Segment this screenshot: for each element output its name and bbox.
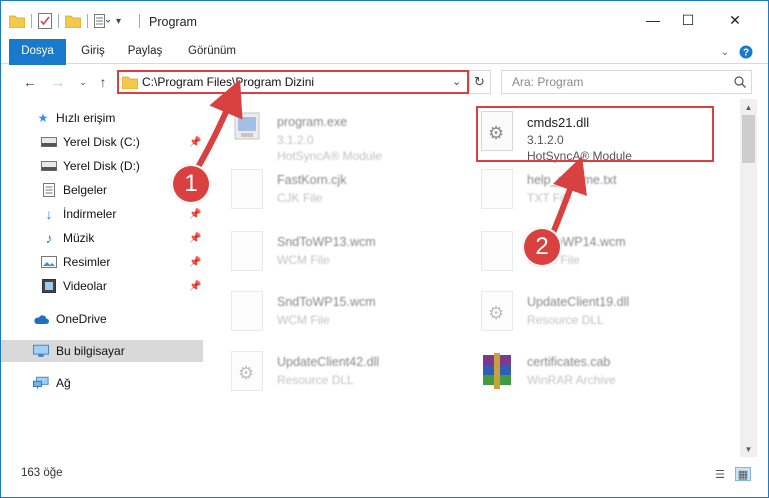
- explorer-window: ▾ Program — ☐ ✕ Dosya Giriş Paylaş Görün…: [0, 0, 769, 498]
- callout-badge-1: 1: [171, 164, 211, 204]
- callout-arrows: [194, 79, 587, 236]
- callout-arrow-2: [550, 156, 587, 236]
- callout-arrow-1: [194, 79, 243, 172]
- callout-badge-2: 2: [522, 227, 562, 267]
